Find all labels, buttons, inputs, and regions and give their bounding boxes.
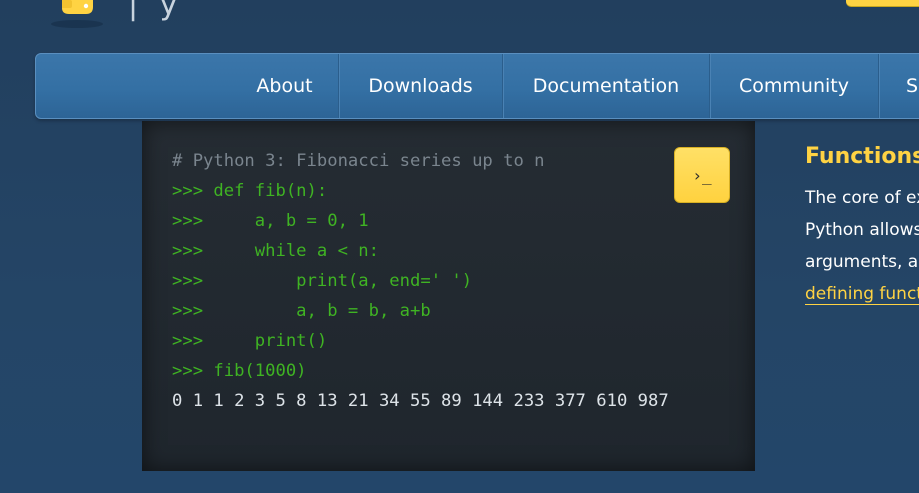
nav-item-documentation[interactable]: Documentation: [503, 54, 709, 118]
feature-text-line: Python allows: [805, 220, 919, 240]
nav-item-community[interactable]: Community: [710, 54, 878, 118]
python-logo-icon[interactable]: [46, 0, 108, 30]
nav-item-about[interactable]: About: [231, 54, 338, 118]
terminal-prompt-icon: ›_: [692, 165, 712, 185]
logo-wordmark: | y: [128, 0, 184, 22]
feature-text-line: arguments, ar: [805, 252, 919, 272]
code-line: >>> print(a, end=' '): [172, 271, 473, 291]
nav-item-label: Documentation: [532, 75, 680, 97]
main-navigation: About Downloads Documentation Community …: [35, 53, 919, 119]
nav-item-label: S: [906, 75, 919, 97]
nav-item-label: Downloads: [368, 75, 473, 97]
nav-item-downloads[interactable]: Downloads: [339, 54, 502, 118]
nav-item-success-stories[interactable]: S: [879, 54, 919, 118]
site-header: | y: [0, 0, 919, 40]
nav-item-label: Community: [739, 75, 849, 97]
feature-title: Functions: [805, 144, 919, 169]
nav-item-label: About: [256, 75, 313, 97]
code-line: >>> print(): [172, 331, 328, 351]
code-sample-panel: # Python 3: Fibonacci series up to n >>>…: [142, 121, 755, 471]
code-output-line: 0 1 1 2 3 5 8 13 21 34 55 89 144 233 377…: [172, 391, 669, 411]
code-line: >>> while a < n:: [172, 241, 379, 261]
code-line: >>> a, b = b, a+b: [172, 301, 431, 321]
header-donate-button[interactable]: [846, 0, 919, 6]
feature-text-line: The core of ex: [805, 188, 919, 208]
code-line: >>> a, b = 0, 1: [172, 211, 369, 231]
defining-functions-link[interactable]: defining funct: [805, 284, 919, 305]
code-line: >>> fib(1000): [172, 361, 307, 381]
code-line: >>> def fib(n):: [172, 181, 328, 201]
launch-interactive-shell-button[interactable]: ›_: [674, 147, 730, 203]
code-comment-line: # Python 3: Fibonacci series up to n: [172, 151, 545, 171]
